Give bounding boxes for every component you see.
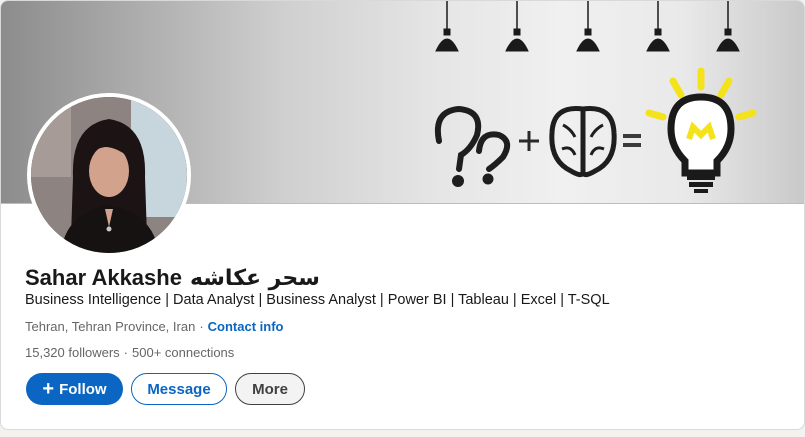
message-label: Message: [147, 380, 211, 398]
follow-label: Follow: [59, 380, 107, 398]
profile-card: Sahar Akkashe سحر عکاشه Business Intelli…: [0, 0, 805, 430]
profile-photo: [31, 97, 187, 253]
equals-sign: [623, 134, 641, 147]
follow-button[interactable]: + Follow: [26, 373, 123, 405]
brain-icon: [549, 106, 617, 178]
more-button[interactable]: More: [235, 373, 305, 405]
message-button[interactable]: Message: [131, 373, 227, 405]
name-row: Sahar Akkashe سحر عکاشه: [25, 263, 320, 293]
separator-dot: ·: [199, 319, 204, 334]
pendant-lamp-icon: [435, 1, 740, 52]
network-stats: 15,320 followers · 500+ connections: [25, 345, 234, 360]
separator-dot: ·: [123, 345, 129, 360]
profile-name-native: سحر عکاشه: [189, 265, 320, 291]
question-marks-icon: [435, 105, 511, 187]
connections-count[interactable]: 500+ connections: [132, 345, 234, 360]
profile-name: Sahar Akkashe: [25, 265, 182, 290]
plus-icon: +: [42, 378, 55, 400]
profile-actions: + Follow Message More: [26, 373, 305, 405]
lightbulb-icon: [645, 67, 757, 193]
plus-sign: [519, 131, 539, 151]
location-row: Tehran, Tehran Province, Iran · Contact …: [25, 319, 283, 334]
avatar[interactable]: [27, 93, 191, 257]
more-label: More: [252, 380, 288, 398]
followers-count[interactable]: 15,320 followers: [25, 345, 120, 360]
profile-location: Tehran, Tehran Province, Iran: [25, 319, 196, 334]
contact-info-link[interactable]: Contact info: [208, 319, 284, 334]
profile-headline: Business Intelligence | Data Analyst | B…: [25, 292, 610, 308]
